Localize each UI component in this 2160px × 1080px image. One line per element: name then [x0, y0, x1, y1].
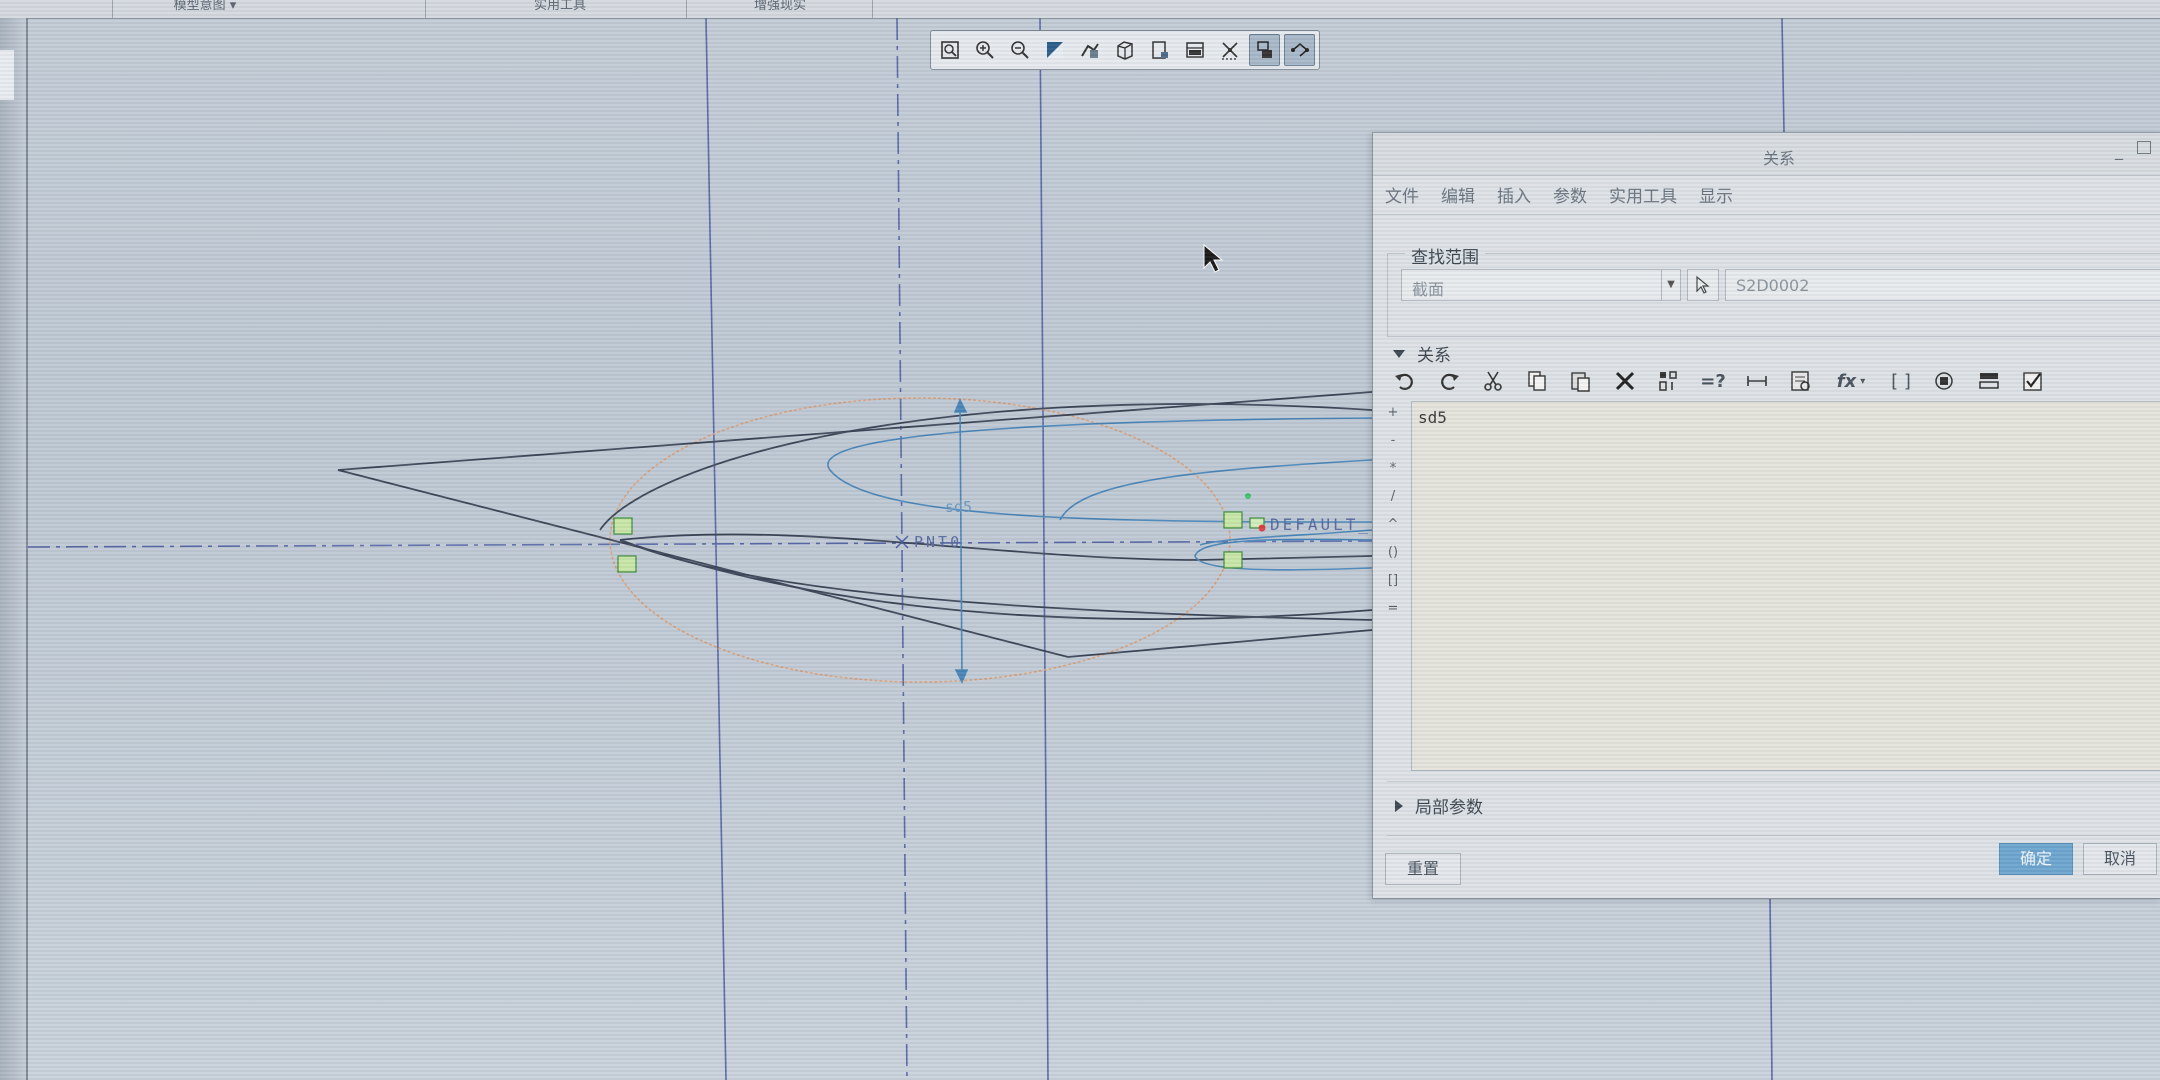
insert-dimension-icon[interactable] — [1739, 364, 1775, 398]
zoom-out-icon[interactable] — [1005, 34, 1036, 66]
display-style-icon[interactable] — [1075, 34, 1106, 66]
undo-icon[interactable] — [1387, 364, 1423, 398]
paste-icon[interactable] — [1563, 364, 1599, 398]
blue-spline[interactable] — [1194, 538, 1373, 571]
divider — [1387, 835, 2160, 836]
blue-spline[interactable] — [1059, 459, 1373, 521]
collapse-arrow-icon — [1393, 349, 1405, 358]
repaint-icon[interactable] — [1040, 34, 1071, 66]
operator-brackets[interactable]: [] — [1383, 573, 1403, 601]
scope-name-select[interactable]: S2D0002 — [1725, 269, 2160, 301]
operator-minus[interactable]: - — [1383, 433, 1403, 461]
cancel-button[interactable]: 取消 — [2083, 843, 2157, 875]
dimension-arrow — [953, 398, 968, 413]
scope-name-value: S2D0002 — [1736, 276, 1810, 295]
local-parameters-icon[interactable] — [1927, 364, 1963, 398]
reference-line — [1781, 17, 1785, 133]
scope-type-select[interactable]: 截面 ▼ — [1401, 269, 1681, 301]
vertex-display-icon[interactable] — [1284, 34, 1315, 66]
sort-relations-icon[interactable] — [1783, 364, 1819, 398]
mouse-cursor-icon — [1203, 243, 1224, 273]
minimize-icon[interactable]: _ — [2115, 141, 2123, 160]
constraint-symbol[interactable] — [1223, 551, 1243, 569]
redo-icon[interactable] — [1431, 364, 1467, 398]
point-label[interactable]: PNT0 — [914, 533, 962, 551]
vertical-centerline — [896, 17, 908, 1080]
dialog-menu-bar: 文件 编辑 插入 参数 实用工具 显示 — [1373, 175, 2160, 215]
constraint-display-icon[interactable] — [1249, 34, 1281, 66]
maximize-icon[interactable] — [2137, 141, 2151, 154]
switch-dimension-names-icon[interactable] — [1651, 364, 1687, 398]
operator-power[interactable]: ^ — [1383, 517, 1403, 545]
menu-utilities[interactable]: 实用工具 — [1609, 182, 1677, 207]
expand-arrow-icon — [1395, 799, 1403, 812]
dimension-display-icon[interactable] — [1214, 34, 1245, 66]
verify-relations-icon[interactable] — [2015, 364, 2051, 398]
sketch-spline[interactable] — [619, 539, 1373, 621]
chevron-down-icon: ▼ — [1661, 270, 1680, 300]
menu-file[interactable]: 文件 — [1385, 182, 1419, 207]
graphics-view-toolbar — [930, 30, 1320, 70]
relations-dialog: 关系 _ 文件 编辑 插入 参数 实用工具 显示 查找范围 截面 ▼ S2D00… — [1372, 132, 2160, 899]
sketch-spline[interactable] — [619, 539, 1373, 620]
local-params-section-label: 局部参数 — [1415, 798, 1483, 818]
operator-plus[interactable]: + — [1383, 405, 1403, 433]
search-scope-legend: 查找范围 — [1405, 243, 1485, 268]
dialog-title: 关系 — [1763, 149, 1796, 168]
operator-divide[interactable]: / — [1383, 489, 1403, 517]
sketch-view-icon[interactable] — [1144, 34, 1175, 66]
relations-toolbar: =? fx ▾ [ ] — [1387, 361, 2059, 401]
datum-display-icon[interactable] — [1179, 34, 1210, 66]
zoom-in-icon[interactable] — [970, 34, 1001, 66]
pointer-icon — [1696, 275, 1710, 294]
insert-function-icon[interactable]: fx ▾ — [1827, 364, 1875, 398]
vertex-point — [1245, 493, 1251, 499]
horizontal-centerline — [27, 540, 1373, 548]
menu-insert[interactable]: 插入 — [1497, 182, 1531, 207]
menu-edit[interactable]: 编辑 — [1441, 182, 1475, 207]
constraint-symbol[interactable] — [1223, 511, 1243, 529]
operator-multiply[interactable]: * — [1383, 461, 1403, 489]
operator-equals[interactable]: = — [1383, 601, 1403, 629]
copy-icon[interactable] — [1519, 364, 1555, 398]
show-units-icon[interactable] — [1971, 364, 2007, 398]
constraint-symbol[interactable] — [617, 555, 637, 573]
scope-type-value: 截面 — [1412, 280, 1445, 299]
operator-column: + - * / ^ () [] = — [1383, 405, 1403, 629]
delete-icon[interactable] — [1607, 364, 1643, 398]
origin-point — [1258, 524, 1266, 532]
evaluate-selected-icon[interactable]: =? — [1695, 364, 1731, 398]
refit-icon[interactable] — [935, 34, 966, 66]
select-pointer-button[interactable] — [1687, 269, 1719, 301]
relations-editor[interactable]: sd5 — [1411, 401, 2160, 771]
reset-button[interactable]: 重置 — [1385, 853, 1461, 885]
sketch-polyline[interactable] — [337, 391, 1373, 658]
brackets-icon[interactable]: [ ] — [1883, 364, 1919, 398]
reference-line — [1769, 896, 1773, 1080]
menu-display[interactable]: 显示 — [1699, 182, 1733, 207]
blue-spline[interactable] — [827, 417, 1373, 523]
operator-parentheses[interactable]: () — [1383, 545, 1403, 573]
constraint-symbol[interactable] — [613, 517, 633, 535]
dimension-label[interactable]: sd5 — [945, 498, 972, 516]
menu-parameters[interactable]: 参数 — [1553, 182, 1587, 207]
cut-icon[interactable] — [1475, 364, 1511, 398]
ok-button[interactable]: 确定 — [1999, 843, 2073, 875]
saved-orientations-icon[interactable] — [1110, 34, 1141, 66]
csys-label[interactable]: DEFAULT_C — [1270, 515, 1384, 534]
reference-line — [1039, 17, 1049, 1080]
divider — [1387, 781, 2160, 782]
dialog-title-bar[interactable]: 关系 _ — [1373, 133, 2160, 176]
reference-line — [705, 17, 727, 1080]
local-params-section-toggle[interactable]: 局部参数 — [1395, 793, 1483, 818]
